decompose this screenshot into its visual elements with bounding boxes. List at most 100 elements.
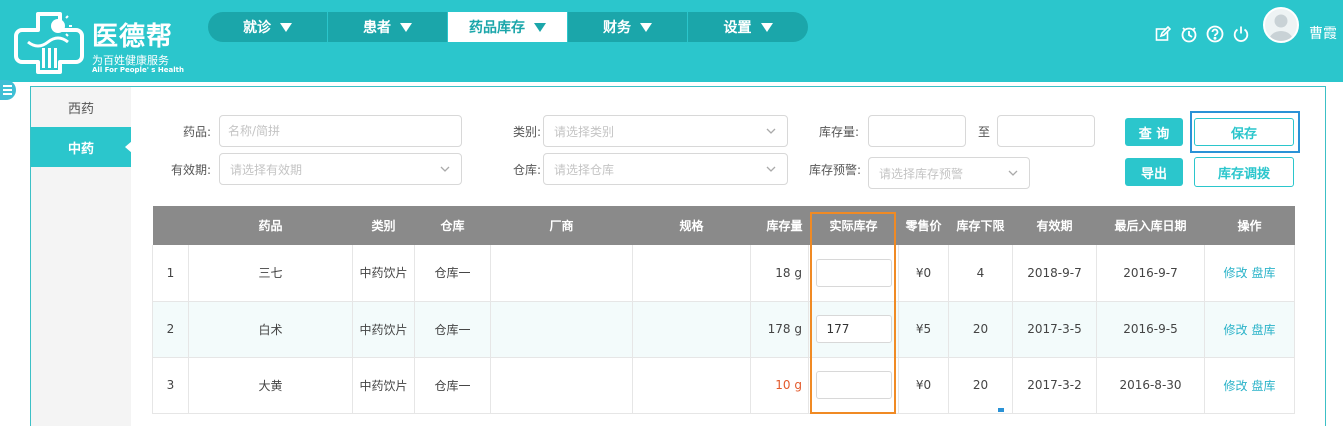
warehouse-select[interactable]: 请选择仓库 bbox=[543, 153, 788, 185]
actual-stock-cell bbox=[808, 245, 899, 302]
actual-stock-cell bbox=[808, 301, 899, 358]
expiry-date: 2017-3-2 bbox=[1012, 357, 1097, 414]
column-header-expiry: 有效期 bbox=[1012, 206, 1097, 245]
last-in-date: 2016-9-5 bbox=[1096, 301, 1205, 358]
drug-warehouse: 仓库一 bbox=[414, 301, 491, 358]
expiry-date: 2018-9-7 bbox=[1012, 245, 1097, 302]
user-name[interactable]: 曹霞 bbox=[1309, 23, 1337, 43]
stock-quantity: 18 g bbox=[750, 245, 809, 302]
actual-stock-input[interactable] bbox=[815, 315, 892, 343]
inventory-panel: 西药 中药 药品: 类别: 请选择类别 库存量: 至 有效期: 请选择有效期 仓… bbox=[30, 86, 1326, 426]
retail-price: ¥0 bbox=[898, 245, 949, 302]
column-header-warehouse: 仓库 bbox=[414, 206, 491, 245]
min-stock: 4 bbox=[948, 245, 1013, 302]
nav-item-inventory[interactable]: 药品库存 bbox=[448, 12, 568, 42]
power-icon[interactable] bbox=[1231, 24, 1251, 44]
drug-warehouse: 仓库一 bbox=[414, 357, 491, 414]
nav-item-settings[interactable]: 设置 bbox=[688, 12, 808, 42]
stock-label: 库存量: bbox=[818, 125, 859, 139]
column-header-price: 零售价 bbox=[898, 206, 949, 245]
edit-link[interactable]: 修改 bbox=[1223, 266, 1247, 280]
table-row: 3 大黄 中药饮片 仓库一 10 g ¥0 20 2017-3-2 2016-8… bbox=[152, 357, 1295, 414]
table-header-row: 药品 类别 仓库 厂商 规格 库存量 实际库存 零售价 库存下限 有效期 最后入… bbox=[152, 206, 1295, 245]
column-header-spec: 规格 bbox=[632, 206, 751, 245]
avatar[interactable] bbox=[1263, 7, 1299, 43]
expiry-label: 有效期: bbox=[170, 163, 211, 177]
column-header-min-stock: 库存下限 bbox=[948, 206, 1013, 245]
row-actions: 修改 盘库 bbox=[1204, 301, 1295, 358]
nav-item-finance[interactable]: 财务 bbox=[568, 12, 688, 42]
table-row: 2 白术 中药饮片 仓库一 178 g ¥5 20 2017-3-5 2016-… bbox=[152, 301, 1295, 358]
chevron-down-icon bbox=[1008, 170, 1018, 176]
nav-item-patients[interactable]: 患者 bbox=[328, 12, 448, 42]
drug-category: 中药饮片 bbox=[352, 245, 415, 302]
edit-icon[interactable] bbox=[1153, 24, 1173, 44]
export-button[interactable]: 导出 bbox=[1125, 158, 1183, 186]
category-select[interactable]: 请选择类别 bbox=[543, 115, 788, 147]
stocktake-link[interactable]: 盘库 bbox=[1252, 379, 1276, 393]
sidebar-item-western-medicine[interactable]: 西药 bbox=[31, 87, 131, 127]
nav-item-visit[interactable]: 就诊 bbox=[208, 12, 328, 42]
stock-alert-select[interactable]: 请选择库存预警 bbox=[868, 157, 1030, 189]
drug-name: 大黄 bbox=[188, 357, 353, 414]
drug-maker bbox=[490, 357, 633, 414]
chevron-down-icon bbox=[766, 128, 776, 134]
help-icon[interactable] bbox=[1205, 24, 1225, 44]
caret-down-icon bbox=[280, 22, 292, 32]
drug-category: 中药饮片 bbox=[352, 301, 415, 358]
query-button[interactable]: 查 询 bbox=[1125, 118, 1183, 146]
min-stock: 20 bbox=[948, 357, 1013, 414]
main-nav: 就诊 患者 药品库存 财务 设置 bbox=[208, 12, 808, 42]
stock-max-input[interactable] bbox=[997, 115, 1095, 147]
brand-name: 医德帮 bbox=[92, 22, 174, 52]
stock-min-input[interactable] bbox=[868, 115, 966, 147]
actual-stock-cell bbox=[808, 357, 899, 414]
brand-logo[interactable]: 医德帮 为百姓健康服务 All For People' s Health bbox=[10, 2, 190, 78]
column-header-stock: 库存量 bbox=[750, 206, 809, 245]
category-sidebar: 西药 中药 bbox=[31, 87, 132, 426]
retail-price: ¥0 bbox=[898, 357, 949, 414]
stock-range-to: 至 bbox=[977, 125, 990, 139]
actual-stock-input[interactable] bbox=[815, 371, 892, 399]
expiry-select[interactable]: 请选择有效期 bbox=[219, 153, 462, 185]
drug-maker bbox=[490, 301, 633, 358]
drug-category: 中药饮片 bbox=[352, 357, 415, 414]
column-header-last-in: 最后入库日期 bbox=[1096, 206, 1205, 245]
save-button[interactable]: 保存 bbox=[1194, 118, 1294, 146]
drug-search-input[interactable] bbox=[219, 115, 462, 147]
column-header-maker: 厂商 bbox=[490, 206, 633, 245]
drug-name: 白术 bbox=[188, 301, 353, 358]
edit-link[interactable]: 修改 bbox=[1223, 323, 1247, 337]
caret-down-icon bbox=[534, 22, 546, 32]
min-stock: 20 bbox=[948, 301, 1013, 358]
stocktake-link[interactable]: 盘库 bbox=[1252, 323, 1276, 337]
stock-quantity-low: 10 g bbox=[750, 357, 809, 414]
drug-maker bbox=[490, 245, 633, 302]
caret-down-icon bbox=[640, 22, 652, 32]
warehouse-label: 仓库: bbox=[512, 163, 541, 177]
actual-stock-input[interactable] bbox=[815, 258, 892, 287]
sidebar-item-chinese-medicine[interactable]: 中药 bbox=[31, 127, 132, 167]
last-in-date: 2016-8-30 bbox=[1096, 357, 1205, 414]
edit-link[interactable]: 修改 bbox=[1223, 379, 1247, 393]
app-header: 医德帮 为百姓健康服务 All For People' s Health 就诊 … bbox=[0, 0, 1343, 82]
caret-down-icon bbox=[400, 22, 412, 32]
row-index: 2 bbox=[152, 301, 189, 358]
column-header-actions: 操作 bbox=[1204, 206, 1295, 245]
row-actions: 修改 盘库 bbox=[1204, 357, 1295, 414]
column-header-category: 类别 bbox=[352, 206, 415, 245]
timer-icon[interactable] bbox=[1179, 24, 1199, 44]
inventory-table: 药品 类别 仓库 厂商 规格 库存量 实际库存 零售价 库存下限 有效期 最后入… bbox=[152, 206, 1295, 414]
menu-toggle-icon[interactable] bbox=[0, 80, 16, 100]
drug-spec bbox=[632, 301, 751, 358]
user-avatar-icon bbox=[1269, 14, 1293, 41]
stock-quantity: 178 g bbox=[750, 301, 809, 358]
row-index: 3 bbox=[152, 357, 189, 414]
row-index: 1 bbox=[152, 245, 189, 302]
stocktake-link[interactable]: 盘库 bbox=[1252, 266, 1276, 280]
stock-transfer-button[interactable]: 库存调拨 bbox=[1194, 157, 1294, 187]
table-row: 1 三七 中药饮片 仓库一 18 g ¥0 4 2018-9-7 2016-9-… bbox=[152, 245, 1295, 302]
column-header-drug: 药品 bbox=[188, 206, 353, 245]
category-label: 类别: bbox=[512, 125, 541, 139]
retail-price: ¥5 bbox=[898, 301, 949, 358]
